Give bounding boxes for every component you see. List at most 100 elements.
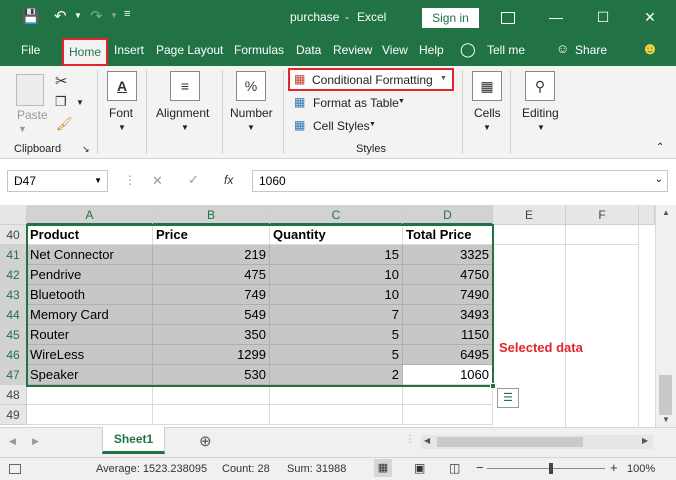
tab-home[interactable]: Home (62, 38, 108, 66)
conditional-formatting-button[interactable]: ▦ Conditional Formatting ▼ (288, 68, 454, 91)
format-as-table-icon[interactable]: ▦ (294, 95, 305, 109)
formula-bar-options-icon[interactable]: ⋮ (124, 173, 136, 187)
column-header-c[interactable]: C (270, 205, 403, 225)
ribbon-display-options-icon[interactable] (501, 12, 515, 24)
empty-cell[interactable] (27, 385, 153, 405)
format-as-table-dropdown-icon[interactable]: ▼ (398, 98, 405, 105)
alignment-icon[interactable]: ≡ (170, 71, 200, 101)
scroll-right-icon[interactable]: ▶ (642, 436, 648, 445)
copy-dropdown-icon[interactable]: ▼ (76, 98, 84, 107)
cancel-formula-icon[interactable]: ✕ (152, 173, 163, 189)
empty-cell[interactable] (153, 385, 270, 405)
save-icon[interactable]: 💾 (22, 8, 39, 25)
cell-styles-icon[interactable]: ▦ (294, 118, 305, 132)
paste-button[interactable]: Paste (17, 108, 48, 122)
cells-icon[interactable]: ▦ (472, 71, 502, 101)
fill-handle[interactable] (490, 383, 496, 389)
row-header[interactable]: 42 (0, 265, 27, 285)
scroll-sheets-right-icon[interactable]: ▶ (32, 436, 39, 447)
tab-file[interactable]: File (21, 43, 40, 57)
cells-button[interactable]: Cells (474, 106, 501, 120)
vertical-scrollbar[interactable]: ▲ ▼ (655, 205, 676, 427)
row-header[interactable]: 44 (0, 305, 27, 325)
empty-cell[interactable] (270, 405, 403, 425)
cell-styles-dropdown-icon[interactable]: ▼ (369, 121, 376, 128)
undo-dropdown-icon[interactable]: ▼ (74, 11, 82, 20)
zoom-slider[interactable] (487, 468, 605, 469)
tab-split-handle[interactable]: ⋮ (405, 434, 415, 445)
editing-button[interactable]: Editing (522, 106, 559, 120)
formula-input[interactable]: 1060 ⌄ (252, 170, 668, 192)
font-dropdown-icon[interactable]: ▼ (118, 123, 126, 132)
clipboard-launcher-icon[interactable]: ↘ (82, 144, 90, 155)
row-header[interactable]: 40 (0, 225, 27, 245)
tab-data[interactable]: Data (296, 43, 321, 57)
editing-dropdown-icon[interactable]: ▼ (537, 123, 545, 132)
select-all-corner[interactable] (0, 205, 27, 225)
number-button[interactable]: Number (230, 106, 273, 120)
empty-cell[interactable] (493, 225, 566, 245)
quick-analysis-icon[interactable]: ☰ (497, 388, 519, 408)
scroll-sheets-left-icon[interactable]: ◀ (9, 436, 16, 447)
tab-page-layout[interactable]: Page Layout (156, 43, 223, 57)
paste-dropdown-icon[interactable]: ▼ (18, 124, 27, 134)
scroll-left-icon[interactable]: ◀ (424, 436, 430, 445)
horizontal-scrollbar[interactable]: ◀ ▶ (421, 435, 653, 449)
row-header[interactable]: 46 (0, 345, 27, 365)
horizontal-scrollbar-thumb[interactable] (437, 437, 583, 447)
row-header[interactable]: 49 (0, 405, 27, 425)
alignment-button[interactable]: Alignment (156, 106, 209, 120)
zoom-level[interactable]: 100% (627, 463, 655, 475)
format-as-table-button[interactable]: Format as Table (313, 96, 399, 110)
insert-function-icon[interactable]: fx (224, 173, 233, 187)
scroll-down-icon[interactable]: ▼ (662, 415, 670, 424)
empty-cell[interactable] (403, 385, 493, 405)
tell-me-search[interactable]: Tell me (487, 43, 525, 57)
column-header-d[interactable]: D (403, 205, 493, 225)
expand-formula-bar-icon[interactable]: ⌄ (655, 174, 663, 185)
enter-formula-icon[interactable]: ✓ (188, 172, 199, 188)
alignment-dropdown-icon[interactable]: ▼ (181, 123, 189, 132)
cut-icon[interactable]: ✂ (55, 72, 68, 90)
tab-help[interactable]: Help (419, 43, 444, 57)
cells-dropdown-icon[interactable]: ▼ (483, 123, 491, 132)
empty-cell[interactable] (153, 405, 270, 425)
row-header[interactable]: 41 (0, 245, 27, 265)
scroll-up-icon[interactable]: ▲ (662, 208, 670, 217)
worksheet-grid[interactable]: A B C D E F 40 41 42 43 44 45 46 47 48 4… (0, 205, 655, 427)
column-header-b[interactable]: B (153, 205, 270, 225)
number-dropdown-icon[interactable]: ▼ (247, 123, 255, 132)
add-sheet-icon[interactable]: ⊕ (199, 432, 212, 450)
close-icon[interactable]: ✕ (639, 6, 661, 28)
copy-icon[interactable]: ❐ (55, 94, 67, 110)
page-break-preview-icon[interactable]: ◫ (449, 461, 460, 475)
macro-record-icon[interactable] (9, 464, 21, 474)
font-button[interactable]: Font (109, 106, 133, 120)
tab-review[interactable]: Review (333, 43, 372, 57)
editing-search-icon[interactable]: ⚲ (525, 71, 555, 101)
normal-view-icon[interactable]: ▦ (374, 459, 392, 477)
sheet-tab-sheet1[interactable]: Sheet1 (102, 427, 165, 454)
sign-in-button[interactable]: Sign in (422, 8, 479, 28)
row-header[interactable]: 45 (0, 325, 27, 345)
undo-icon[interactable]: ↶ (54, 7, 67, 25)
customize-toolbar-icon[interactable]: ≡ (124, 8, 130, 20)
font-icon[interactable]: A (107, 71, 137, 101)
page-layout-view-icon[interactable]: ▣ (414, 461, 425, 475)
scrollbar-thumb[interactable] (659, 375, 672, 415)
row-header[interactable]: 47 (0, 365, 27, 385)
column-header-f[interactable]: F (566, 205, 639, 225)
empty-cell[interactable] (566, 225, 639, 245)
row-header[interactable]: 43 (0, 285, 27, 305)
format-painter-icon[interactable]: 🖌 (56, 116, 73, 132)
column-header-e[interactable]: E (493, 205, 566, 225)
tab-insert[interactable]: Insert (114, 43, 144, 57)
minimize-icon[interactable]: — (545, 6, 567, 28)
share-button[interactable]: Share (575, 43, 607, 57)
smiley-feedback-icon[interactable]: ☻ (641, 39, 659, 59)
column-header-a[interactable]: A (27, 205, 153, 225)
tab-view[interactable]: View (382, 43, 408, 57)
zoom-in-icon[interactable]: + (610, 460, 618, 475)
paste-icon[interactable] (16, 74, 44, 106)
empty-cell[interactable] (403, 405, 493, 425)
